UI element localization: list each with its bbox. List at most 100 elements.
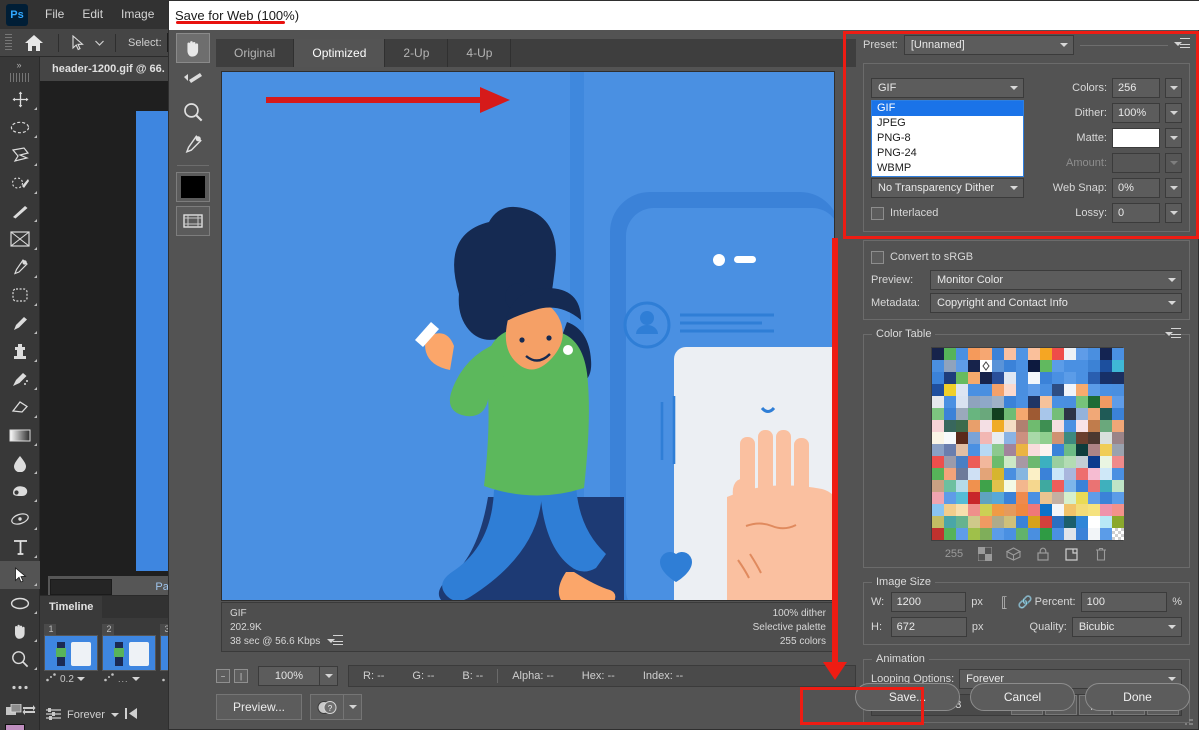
- color-swatch[interactable]: [1052, 372, 1064, 384]
- color-swatch[interactable]: [1040, 396, 1052, 408]
- color-swatch[interactable]: [932, 348, 944, 360]
- screen-mode-icon[interactable]: [22, 704, 36, 719]
- color-swatch[interactable]: [1112, 444, 1124, 456]
- color-swatch[interactable]: [1088, 348, 1100, 360]
- color-swatch[interactable]: [1088, 396, 1100, 408]
- color-swatch[interactable]: [932, 456, 944, 468]
- color-swatch[interactable]: [956, 420, 968, 432]
- color-swatch[interactable]: [1040, 348, 1052, 360]
- color-swatch[interactable]: [992, 468, 1004, 480]
- color-swatch[interactable]: [956, 456, 968, 468]
- color-swatch[interactable]: [1016, 348, 1028, 360]
- color-swatch[interactable]: [956, 432, 968, 444]
- hand-tool[interactable]: [0, 617, 40, 645]
- color-swatch[interactable]: [1076, 420, 1088, 432]
- color-swatch[interactable]: [968, 384, 980, 396]
- color-swatch[interactable]: [980, 384, 992, 396]
- color-swatch[interactable]: [1064, 528, 1076, 540]
- color-swatch[interactable]: [956, 348, 968, 360]
- color-swatch[interactable]: [1088, 504, 1100, 516]
- color-swatch[interactable]: [980, 516, 992, 528]
- color-swatch[interactable]: [1004, 408, 1016, 420]
- color-swatch[interactable]: [1028, 408, 1040, 420]
- color-swatch[interactable]: [1028, 468, 1040, 480]
- color-swatch[interactable]: [1064, 480, 1076, 492]
- blur-tool[interactable]: [0, 449, 40, 477]
- color-swatch[interactable]: [1040, 516, 1052, 528]
- file-format-dropdown-list[interactable]: GIF JPEG PNG-8 PNG-24 WBMP: [871, 100, 1024, 177]
- history-brush-tool[interactable]: [0, 365, 40, 393]
- width-input[interactable]: 1200: [891, 592, 967, 612]
- color-swatch[interactable]: [1112, 480, 1124, 492]
- color-swatch[interactable]: [1088, 444, 1100, 456]
- color-swatch[interactable]: [1076, 408, 1088, 420]
- color-swatches[interactable]: [1, 722, 39, 730]
- zoom-tool[interactable]: [176, 97, 210, 127]
- color-swatch[interactable]: [1064, 360, 1076, 372]
- color-swatch[interactable]: [1004, 384, 1016, 396]
- color-swatch[interactable]: [1040, 504, 1052, 516]
- zoom-out-button[interactable]: −: [216, 669, 230, 683]
- color-swatch[interactable]: [968, 516, 980, 528]
- color-swatch[interactable]: [1040, 492, 1052, 504]
- color-swatch[interactable]: [968, 504, 980, 516]
- color-swatch[interactable]: [1112, 468, 1124, 480]
- dropdown-option-wbmp[interactable]: WBMP: [872, 161, 1023, 176]
- color-table-flyout-menu-icon[interactable]: [1165, 328, 1181, 342]
- color-swatch[interactable]: [1076, 432, 1088, 444]
- color-swatch[interactable]: [1040, 528, 1052, 540]
- color-swatch[interactable]: [944, 504, 956, 516]
- gradient-tool[interactable]: [0, 421, 40, 449]
- color-swatch[interactable]: [1088, 408, 1100, 420]
- color-swatch[interactable]: [1064, 372, 1076, 384]
- color-swatch[interactable]: [1112, 432, 1124, 444]
- color-swatch[interactable]: [1028, 432, 1040, 444]
- color-swatch[interactable]: [980, 396, 992, 408]
- metadata-select[interactable]: Copyright and Contact Info: [930, 293, 1182, 313]
- frame-delay-caret[interactable]: [132, 677, 140, 681]
- browser-preview-caret[interactable]: [344, 694, 362, 720]
- color-swatch[interactable]: [1052, 456, 1064, 468]
- color-swatch[interactable]: [1016, 408, 1028, 420]
- ellipse-tool[interactable]: [0, 589, 40, 617]
- color-swatch[interactable]: [1064, 408, 1076, 420]
- web-snap-caret[interactable]: [1165, 178, 1182, 198]
- color-swatch[interactable]: [1088, 480, 1100, 492]
- color-swatch[interactable]: [992, 360, 1004, 372]
- color-swatch[interactable]: [1040, 468, 1052, 480]
- color-swatch[interactable]: [992, 444, 1004, 456]
- color-swatch[interactable]: [1064, 456, 1076, 468]
- home-icon[interactable]: [17, 34, 51, 52]
- color-swatch[interactable]: [980, 468, 992, 480]
- color-swatch[interactable]: [1004, 504, 1016, 516]
- preset-select[interactable]: [Unnamed]: [904, 35, 1074, 55]
- pen-tool[interactable]: [0, 505, 40, 533]
- color-swatch[interactable]: [1028, 456, 1040, 468]
- color-swatch[interactable]: [1100, 360, 1112, 372]
- color-swatch[interactable]: [992, 372, 1004, 384]
- color-swatch[interactable]: [968, 360, 980, 372]
- timeline-loop-caret[interactable]: [111, 713, 119, 717]
- dropdown-option-png8[interactable]: PNG-8: [872, 131, 1023, 146]
- color-swatch[interactable]: [1004, 516, 1016, 528]
- color-swatch[interactable]: [1112, 456, 1124, 468]
- color-swatch[interactable]: [1100, 384, 1112, 396]
- color-swatch[interactable]: [1088, 420, 1100, 432]
- color-swatch[interactable]: [1088, 432, 1100, 444]
- color-swatch[interactable]: [992, 480, 1004, 492]
- color-swatch[interactable]: [1016, 432, 1028, 444]
- move-tool[interactable]: [0, 85, 40, 113]
- color-swatch[interactable]: [956, 468, 968, 480]
- color-swatch[interactable]: [968, 420, 980, 432]
- zoom-level-caret[interactable]: [320, 666, 338, 686]
- color-swatch[interactable]: [1100, 528, 1112, 540]
- color-swatch[interactable]: [1016, 444, 1028, 456]
- tab-original[interactable]: Original: [216, 39, 294, 67]
- color-swatch[interactable]: [968, 528, 980, 540]
- matte-caret[interactable]: [1165, 128, 1182, 148]
- map-to-transparent-icon[interactable]: [977, 546, 992, 561]
- color-swatch[interactable]: [1064, 432, 1076, 444]
- color-swatch[interactable]: [1040, 360, 1052, 372]
- color-swatch[interactable]: [1028, 504, 1040, 516]
- color-swatch[interactable]: [992, 516, 1004, 528]
